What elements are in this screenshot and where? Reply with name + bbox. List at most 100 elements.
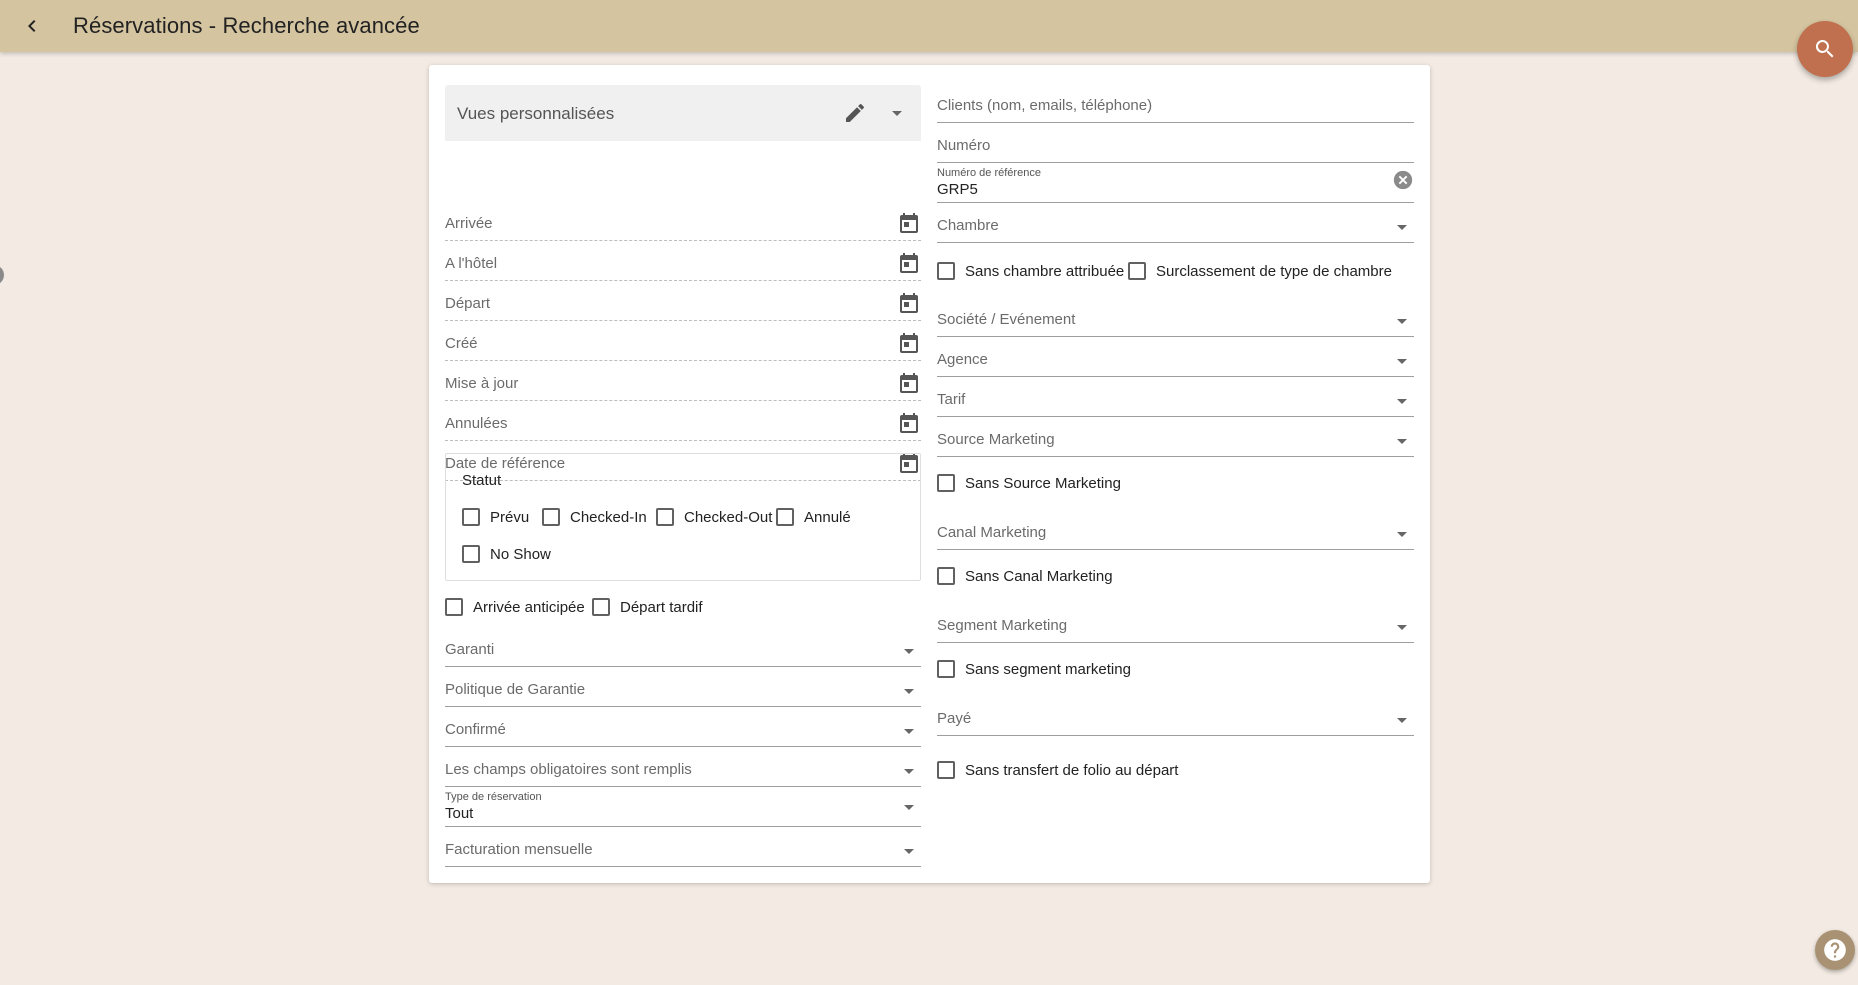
select-paye[interactable]: Payé	[937, 696, 1414, 736]
checkbox-label: Départ tardif	[620, 598, 703, 616]
checkbox-label: Sans segment marketing	[965, 660, 1131, 678]
input-label: Clients (nom, emails, téléphone)	[937, 97, 1153, 114]
checkbox-checked-out[interactable]: Checked-Out	[656, 508, 772, 526]
caret-down-icon	[904, 729, 914, 734]
clients-input[interactable]: Clients (nom, emails, téléphone)	[937, 83, 1414, 123]
checkbox-sans-source-marketing[interactable]: Sans Source Marketing	[937, 474, 1121, 492]
checkbox-sans-transfert-folio[interactable]: Sans transfert de folio au départ	[937, 761, 1178, 779]
select-garanti[interactable]: Garanti	[445, 627, 921, 667]
select-type-reservation[interactable]: Type de réservation Tout	[445, 787, 921, 827]
caret-down-icon	[904, 769, 914, 774]
select-label: Payé	[937, 710, 972, 727]
checkbox-label: Checked-In	[570, 508, 647, 526]
checkbox-box[interactable]	[445, 598, 463, 616]
checkbox-box[interactable]	[937, 567, 955, 585]
select-politique-garantie[interactable]: Politique de Garantie	[445, 667, 921, 707]
back-button[interactable]	[12, 6, 52, 46]
checkbox-checked-in[interactable]: Checked-In	[542, 508, 647, 526]
select-source-marketing[interactable]: Source Marketing	[937, 417, 1414, 457]
reference-input[interactable]: Numéro de référence GRP5	[937, 163, 1414, 203]
checkbox-box[interactable]	[1128, 262, 1146, 280]
select-label: Les champs obligatoires sont remplis	[445, 761, 692, 778]
help-icon	[1824, 939, 1846, 961]
checkbox-box[interactable]	[937, 262, 955, 280]
caret-down-icon	[904, 805, 914, 810]
checkbox-sans-chambre[interactable]: Sans chambre attribuée	[937, 262, 1124, 280]
date-field-label: Mise à jour	[445, 375, 519, 392]
calendar-icon[interactable]	[897, 371, 921, 395]
input-value: GRP5	[937, 181, 978, 198]
caret-down-icon	[1397, 225, 1407, 230]
page-title: Réservations - Recherche avancée	[73, 13, 420, 38]
select-tarif[interactable]: Tarif	[937, 377, 1414, 417]
checkbox-label: Sans transfert de folio au départ	[965, 761, 1179, 779]
checkbox-box[interactable]	[592, 598, 610, 616]
numero-input[interactable]: Numéro	[937, 123, 1414, 163]
checkbox-sans-canal-marketing[interactable]: Sans Canal Marketing	[937, 567, 1113, 585]
date-field-depart[interactable]: Départ	[445, 281, 921, 321]
select-label: Agence	[937, 351, 988, 368]
date-field-cree[interactable]: Créé	[445, 321, 921, 361]
pencil-icon[interactable]	[843, 101, 867, 125]
checkbox-box[interactable]	[937, 474, 955, 492]
checkbox-box[interactable]	[462, 508, 480, 526]
clear-icon[interactable]	[1392, 169, 1414, 191]
checkbox-arrivee-anticipee[interactable]: Arrivée anticipée	[445, 598, 585, 616]
select-champs-obligatoires[interactable]: Les champs obligatoires sont remplis	[445, 747, 921, 787]
custom-views-select[interactable]: Vues personnalisées	[445, 85, 921, 141]
search-button[interactable]	[1797, 21, 1853, 77]
checkbox-box[interactable]	[776, 508, 794, 526]
select-facturation-mensuelle[interactable]: Facturation mensuelle	[445, 827, 921, 867]
date-field-a-lhotel[interactable]: A l'hôtel	[445, 241, 921, 281]
select-label: Tarif	[937, 391, 966, 408]
checkbox-no-show[interactable]: No Show	[462, 545, 551, 563]
caret-down-icon[interactable]	[885, 101, 909, 125]
select-label: Source Marketing	[937, 431, 1055, 448]
select-label: Confirmé	[445, 721, 506, 738]
caret-down-icon	[1397, 399, 1407, 404]
caret-down-icon	[904, 649, 914, 654]
calendar-icon[interactable]	[897, 331, 921, 355]
checkbox-box[interactable]	[937, 761, 955, 779]
select-label: Canal Marketing	[937, 524, 1047, 541]
checkbox-box[interactable]	[937, 660, 955, 678]
date-field-arrivee[interactable]: Arrivée	[445, 201, 921, 241]
checkbox-annule[interactable]: Annulé	[776, 508, 851, 526]
select-segment-marketing[interactable]: Segment Marketing	[937, 603, 1414, 643]
calendar-icon[interactable]	[897, 251, 921, 275]
checkbox-prevu[interactable]: Prévu	[462, 508, 529, 526]
checkbox-label: No Show	[490, 545, 551, 563]
checkbox-sans-segment-marketing[interactable]: Sans segment marketing	[937, 660, 1131, 678]
date-field-label: Annulées	[445, 415, 508, 432]
caret-down-icon	[904, 849, 914, 854]
calendar-icon[interactable]	[897, 211, 921, 235]
checkbox-surclassement[interactable]: Surclassement de type de chambre	[1128, 262, 1392, 280]
date-field-mise-a-jour[interactable]: Mise à jour	[445, 361, 921, 401]
calendar-icon[interactable]	[897, 411, 921, 435]
custom-views-label: Vues personnalisées	[457, 104, 615, 123]
side-drawer-handle[interactable]	[0, 265, 4, 285]
checkbox-label: Annulé	[804, 508, 851, 526]
help-button[interactable]	[1815, 930, 1855, 970]
checkbox-depart-tardif[interactable]: Départ tardif	[592, 598, 703, 616]
statut-title: Statut	[462, 472, 502, 489]
select-societe-evenement[interactable]: Société / Evénement	[937, 297, 1414, 337]
checkbox-box[interactable]	[656, 508, 674, 526]
caret-down-icon	[1397, 625, 1407, 630]
checkbox-box[interactable]	[462, 545, 480, 563]
date-field-label: Arrivée	[445, 215, 493, 232]
select-confirme[interactable]: Confirmé	[445, 707, 921, 747]
select-label: Chambre	[937, 217, 999, 234]
checkbox-box[interactable]	[542, 508, 560, 526]
date-field-annulees[interactable]: Annulées	[445, 401, 921, 441]
date-field-label: Départ	[445, 295, 491, 312]
select-agence[interactable]: Agence	[937, 337, 1414, 377]
caret-down-icon	[1397, 532, 1407, 537]
select-canal-marketing[interactable]: Canal Marketing	[937, 510, 1414, 550]
caret-down-icon	[1397, 439, 1407, 444]
chevron-left-icon	[28, 20, 36, 32]
input-floating-label: Numéro de référence	[937, 167, 1041, 179]
calendar-icon[interactable]	[897, 291, 921, 315]
app-header: Réservations - Recherche avancée	[0, 0, 1858, 52]
select-chambre[interactable]: Chambre	[937, 203, 1414, 243]
